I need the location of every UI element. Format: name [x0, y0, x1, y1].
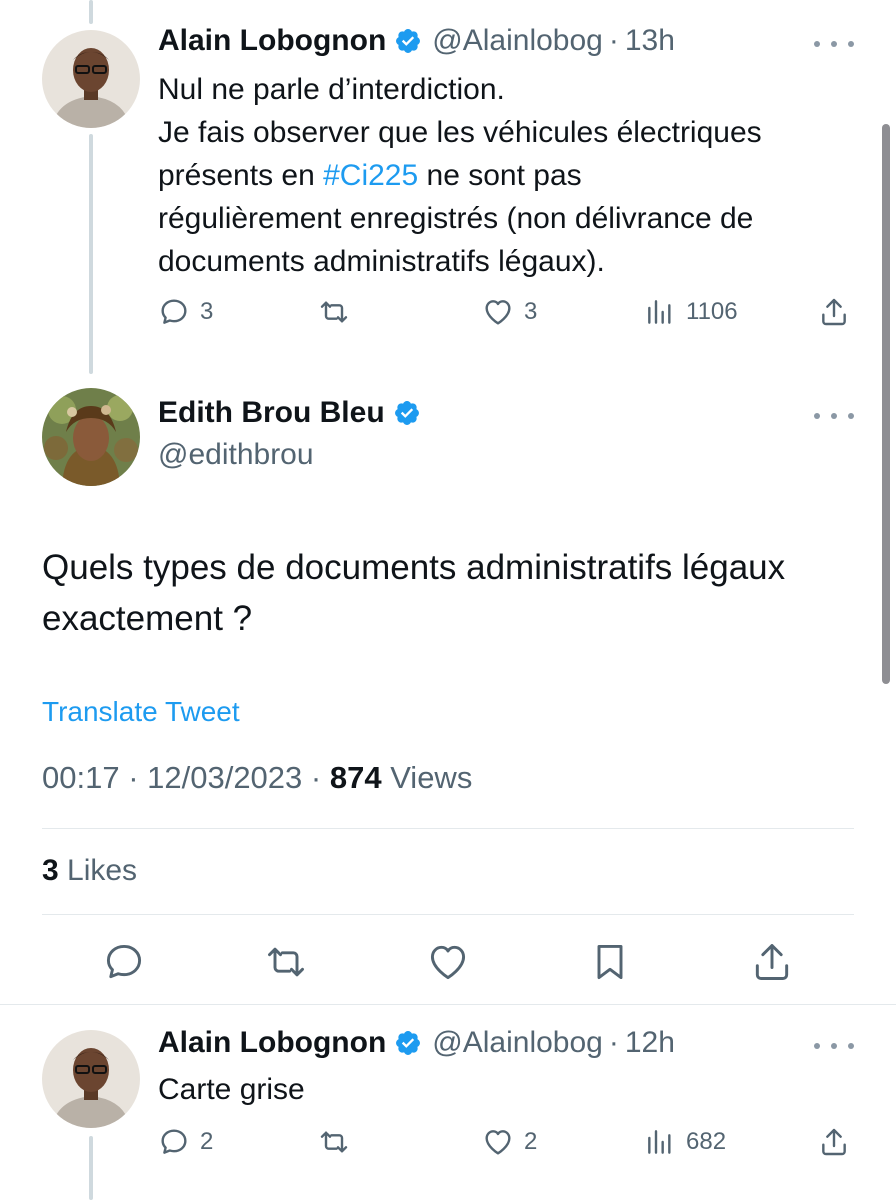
retweet-icon: [320, 301, 348, 323]
dot-separator: ·: [302, 760, 330, 795]
tweet2-actions: 2 2 682: [158, 1126, 854, 1166]
divider: [42, 914, 854, 915]
share-icon: [822, 1128, 846, 1156]
dot-separator: ·: [608, 24, 619, 57]
retweet-button[interactable]: [264, 940, 308, 984]
reply-count: 2: [200, 1128, 214, 1155]
retweet-icon: [268, 947, 304, 977]
divider: [0, 1004, 896, 1005]
more-icon[interactable]: [814, 406, 854, 426]
thread-line-1: [89, 134, 93, 374]
likes-count: 3: [42, 854, 59, 887]
reply-count: 3: [200, 298, 214, 325]
retweet-button[interactable]: [318, 296, 350, 328]
text-line: Nul ne parle d’interdiction.: [158, 73, 505, 106]
views-button[interactable]: 1106: [644, 296, 738, 328]
dot-separator: ·: [608, 1026, 619, 1059]
author-name[interactable]: Alain Lobognon: [158, 1026, 386, 1060]
like-count: 2: [524, 1128, 538, 1155]
text-line: Quels types de documents administratifs …: [42, 548, 786, 587]
views-count: 874: [329, 760, 382, 795]
reply-button[interactable]: 2: [158, 1126, 213, 1158]
like-button[interactable]: 2: [482, 1126, 537, 1158]
text-line: exactement ?: [42, 599, 253, 638]
avatar-edith-brou-bleu[interactable]: [42, 388, 140, 486]
likes-label: Likes: [58, 854, 138, 887]
scrollbar[interactable]: [882, 124, 890, 684]
tweet-timestamp[interactable]: 00:17 · 12/03/2023: [42, 760, 302, 795]
avatar-alain-lobognon[interactable]: [42, 1030, 140, 1128]
translate-tweet-link[interactable]: Translate Tweet: [42, 696, 240, 728]
likes-stat[interactable]: 3 Likes: [42, 854, 137, 888]
like-icon: [430, 945, 466, 980]
share-button[interactable]: [750, 940, 794, 984]
retweet-icon: [320, 1131, 348, 1153]
tweet1-header: Alain Lobognon @Alainlobog · 13h: [158, 24, 675, 58]
reply-icon: [161, 1129, 187, 1154]
reply-icon: [161, 299, 187, 324]
tweet1-text: Nul ne parle d’interdiction. Je fais obs…: [158, 68, 858, 283]
reply-button[interactable]: [102, 940, 146, 984]
like-icon: [485, 1130, 511, 1155]
verified-badge-icon: [396, 1031, 421, 1055]
tweet-time[interactable]: 12h: [625, 1026, 675, 1060]
author-handle[interactable]: @Alainlobog: [432, 1026, 603, 1060]
views-label: Views: [381, 760, 473, 795]
retweet-button[interactable]: [318, 1126, 350, 1158]
more-icon[interactable]: [814, 1036, 854, 1056]
share-icon: [755, 944, 789, 980]
divider: [42, 828, 854, 829]
avatar-alain-lobognon[interactable]: [42, 30, 140, 128]
main-tweet-header: Edith Brou Bleu: [158, 396, 421, 430]
text-segment: présents en: [158, 159, 324, 192]
thread-line-2: [89, 1136, 93, 1200]
verified-badge-icon: [394, 401, 419, 425]
like-button[interactable]: 3: [482, 296, 537, 328]
tweet1-actions: 3 3 1106: [158, 296, 854, 336]
reply-icon: [106, 944, 142, 979]
tweet2-header: Alain Lobognon @Alainlobog · 12h: [158, 1026, 675, 1060]
bookmark-icon: [597, 944, 623, 980]
thread-line-top: [89, 0, 93, 24]
tweet2-text: Carte grise: [158, 1073, 305, 1106]
reply-button[interactable]: 3: [158, 296, 213, 328]
views-icon: [648, 1130, 671, 1154]
text-line: documents administratifs légaux).: [158, 245, 605, 278]
tweet-metadata: 00:17 · 12/03/2023 · 874 Views: [42, 760, 472, 796]
author-handle[interactable]: @edithbrou: [158, 438, 314, 472]
bookmark-button[interactable]: [588, 940, 632, 984]
tweet-time[interactable]: 13h: [625, 24, 675, 58]
share-icon: [822, 298, 846, 326]
views-button[interactable]: 682: [644, 1126, 726, 1158]
more-icon[interactable]: [814, 34, 854, 54]
views-icon: [648, 300, 671, 324]
share-button[interactable]: [818, 1126, 850, 1158]
views-count: 682: [686, 1128, 727, 1155]
hashtag-link[interactable]: #Ci225: [323, 159, 418, 192]
views-count: 1106: [686, 298, 738, 325]
like-button[interactable]: [426, 940, 470, 984]
main-tweet-text: Quels types de documents administratifs …: [42, 542, 872, 644]
text-line: régulièrement enregistrés (non délivranc…: [158, 202, 754, 235]
text-line: Je fais observer que les véhicules élect…: [158, 116, 762, 149]
share-button[interactable]: [818, 296, 850, 328]
verified-badge-icon: [396, 29, 421, 53]
author-handle[interactable]: @Alainlobog: [432, 24, 603, 58]
text-line: présents en #Ci225 ne sont pas: [158, 154, 858, 197]
text-segment: ne sont pas: [418, 159, 582, 192]
author-name[interactable]: Alain Lobognon: [158, 24, 386, 58]
like-icon: [485, 300, 511, 325]
like-count: 3: [524, 298, 538, 325]
author-name[interactable]: Edith Brou Bleu: [158, 396, 385, 430]
